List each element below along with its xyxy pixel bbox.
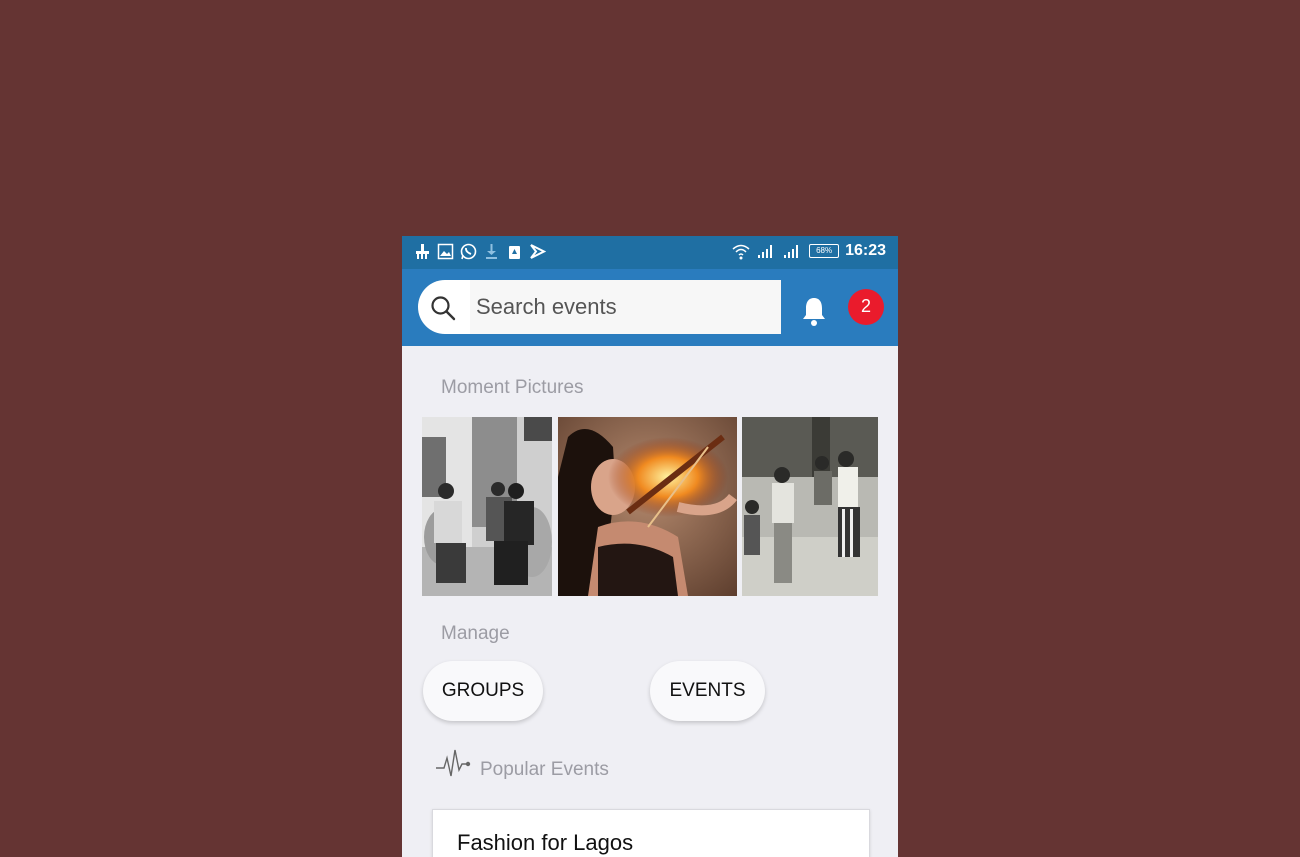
download-icon — [483, 243, 500, 260]
phone-screen: 68% 16:23 2 Moment Pictures — [402, 236, 898, 857]
status-bar: 68% 16:23 — [402, 236, 898, 269]
cleaner-icon — [414, 243, 431, 260]
events-button[interactable]: EVENTS — [650, 661, 765, 721]
status-indicators: 68% 16:23 — [731, 242, 886, 260]
moment-photo-meeting[interactable] — [422, 417, 552, 596]
signal-icon — [758, 245, 773, 258]
search-input[interactable] — [470, 280, 781, 334]
battery-icon: 68% — [809, 244, 840, 258]
moment-photo-children[interactable] — [742, 417, 878, 596]
lock-icon — [506, 243, 523, 260]
search-bar[interactable] — [418, 280, 781, 334]
manage-heading: Manage — [441, 623, 510, 644]
event-card[interactable]: Fashion for Lagos — [432, 809, 870, 857]
status-time: 16:23 — [845, 242, 886, 259]
groups-button[interactable]: GROUPS — [423, 661, 543, 721]
app-bar: 2 — [402, 269, 898, 346]
notification-badge[interactable]: 2 — [848, 289, 884, 325]
notification-icons — [414, 243, 547, 260]
battery-level: 68% — [816, 246, 833, 255]
pulse-icon — [436, 749, 471, 777]
popular-events-heading: Popular Events — [480, 759, 609, 780]
whatsapp-icon — [460, 243, 477, 260]
gallery-icon — [437, 243, 454, 260]
play-store-icon — [529, 243, 547, 260]
signal-icon — [784, 245, 799, 258]
bell-icon[interactable] — [800, 295, 828, 327]
moment-pictures-heading: Moment Pictures — [441, 377, 584, 398]
moment-photo-violinist[interactable] — [558, 417, 737, 596]
search-icon[interactable] — [430, 295, 456, 321]
wifi-icon — [732, 244, 750, 260]
event-card-title: Fashion for Lagos — [457, 830, 634, 855]
